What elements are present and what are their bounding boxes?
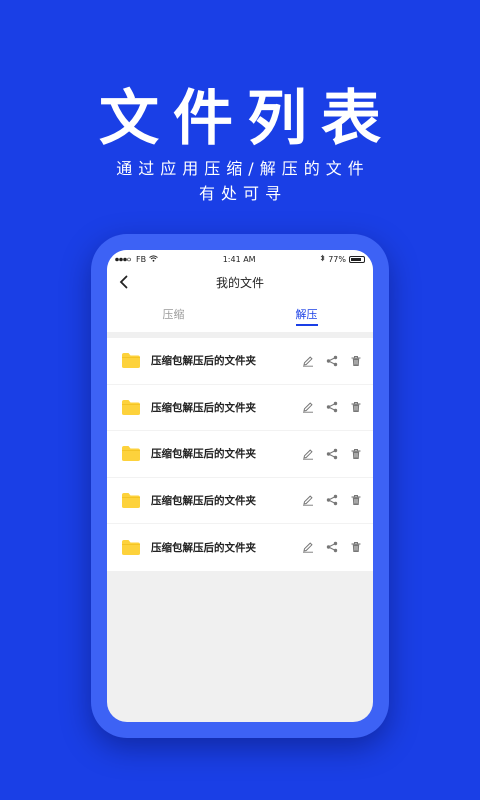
folder-icon [122,539,140,555]
chevron-left-icon [119,275,128,289]
delete-button[interactable] [349,447,363,461]
battery-percent: 77% [328,254,346,264]
folder-icon [122,399,140,415]
rename-button[interactable] [301,354,315,368]
file-row[interactable]: 压缩包解压后的文件夹 [107,338,373,385]
delete-button[interactable] [349,540,363,554]
share-icon [326,355,338,366]
trash-icon [351,495,361,506]
file-row[interactable]: 压缩包解压后的文件夹 [107,478,373,524]
page-title: 我的文件 [215,275,264,290]
file-row[interactable]: 压缩包解压后的文件夹 [107,524,373,571]
hero-subtitle-line2: 有处可寻 [198,184,287,203]
trash-icon [351,402,361,413]
folder-icon [122,353,140,369]
row-actions [301,447,363,461]
trash-icon [351,355,361,366]
tab-extract[interactable]: 解压 [240,296,373,332]
status-time: 1:41 AM [222,254,256,264]
phone-screen: FB 1:41 AM 77% 我的文件 压缩 解压 压缩包解压后的文件夹 压缩包… [107,250,373,722]
trash-icon [351,542,361,553]
share-button[interactable] [325,354,339,368]
back-button[interactable] [115,273,133,291]
share-button[interactable] [325,540,339,554]
folder-icon [122,446,140,462]
file-name: 压缩包解压后的文件夹 [151,541,256,554]
hero-subtitle-line1: 通过应用压缩/解压的文件 [116,159,370,178]
file-name: 压缩包解压后的文件夹 [151,494,256,507]
file-list: 压缩包解压后的文件夹 压缩包解压后的文件夹 压缩包解压后的文件夹 压缩包解压后的… [107,338,373,571]
rename-button[interactable] [301,400,315,414]
tab-bar: 压缩 解压 [107,296,373,332]
share-button[interactable] [325,493,339,507]
delete-button[interactable] [349,354,363,368]
status-right: 77% [320,254,365,264]
row-actions [301,540,363,554]
rename-button[interactable] [301,447,315,461]
rename-button[interactable] [301,540,315,554]
row-actions [301,400,363,414]
battery-icon [348,255,365,263]
file-name: 压缩包解压后的文件夹 [151,448,256,461]
file-name: 压缩包解压后的文件夹 [151,355,256,368]
share-icon [326,448,338,459]
phone-frame: FB 1:41 AM 77% 我的文件 压缩 解压 压缩包解压后的文件夹 压缩包… [91,234,389,738]
status-left: FB [115,255,158,264]
pencil-icon [303,495,313,506]
share-icon [326,495,338,506]
file-name: 压缩包解压后的文件夹 [151,401,256,414]
status-bar: FB 1:41 AM 77% [107,250,373,268]
file-row[interactable]: 压缩包解压后的文件夹 [107,385,373,431]
row-actions [301,493,363,507]
wifi-icon [149,254,158,264]
row-actions [301,354,363,368]
hero-title: 文件列表 [99,84,395,154]
header-area: FB 1:41 AM 77% 我的文件 压缩 解压 [107,250,373,332]
rename-button[interactable] [301,493,315,507]
delete-button[interactable] [349,400,363,414]
tab-compress[interactable]: 压缩 [107,296,240,332]
pencil-icon [303,449,313,460]
delete-button[interactable] [349,493,363,507]
pencil-icon [303,402,313,413]
file-row[interactable]: 压缩包解压后的文件夹 [107,431,373,478]
share-button[interactable] [325,400,339,414]
signal-icon [115,255,133,264]
pencil-icon [303,356,313,367]
nav-bar: 我的文件 [107,268,373,296]
share-button[interactable] [325,447,339,461]
folder-icon [122,492,140,508]
share-icon [326,402,338,413]
hero-subtitle: 通过应用压缩/解压的文件 有处可寻 [0,156,480,206]
pencil-icon [303,542,313,553]
trash-icon [351,448,361,459]
carrier-label: FB [136,254,147,264]
bluetooth-icon [320,254,325,264]
share-icon [326,542,338,553]
